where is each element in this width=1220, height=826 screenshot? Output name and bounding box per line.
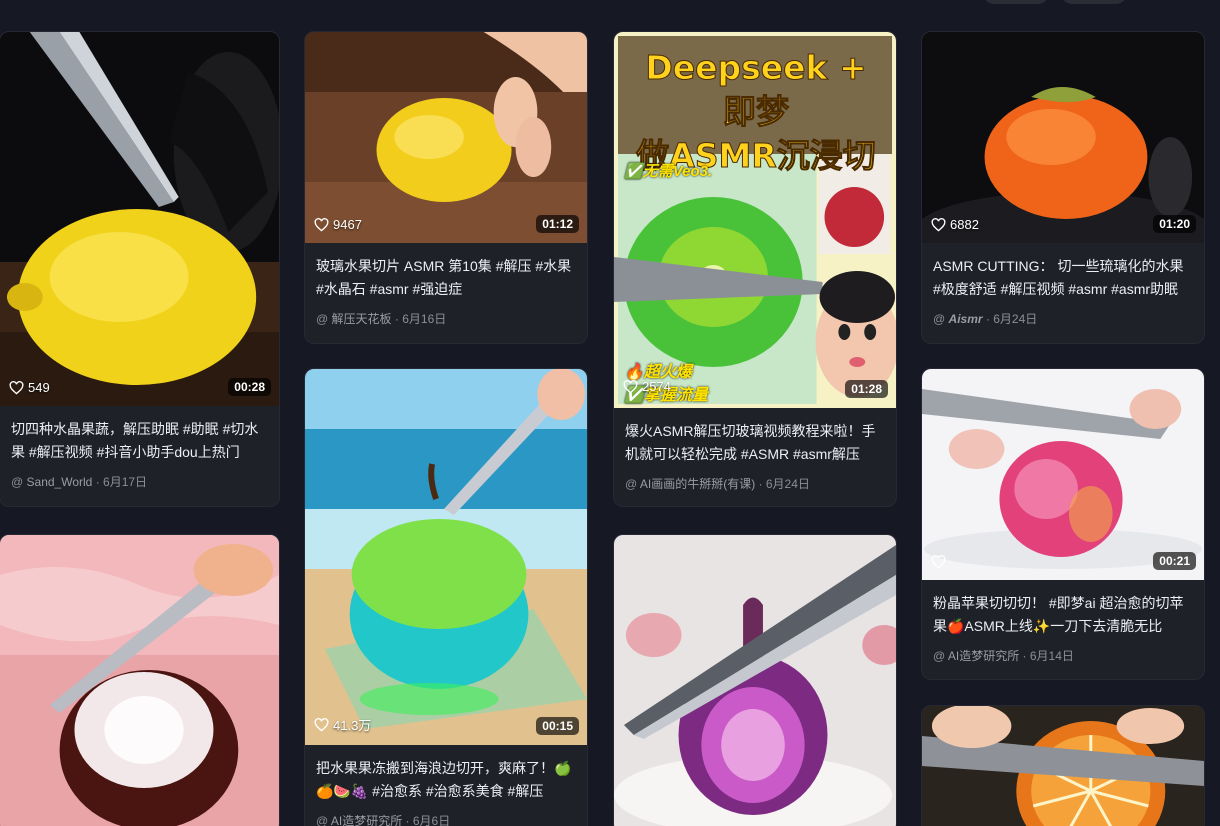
post-date: · 6月6日 bbox=[405, 814, 451, 826]
lemon-cut-image bbox=[0, 32, 279, 406]
video-title[interactable]: ASMR CUTTING： 切一些琉璃化的水果 #极度舒适 #解压视频 #asm… bbox=[933, 255, 1192, 301]
video-meta: @ Aismr · 6月24日 bbox=[933, 312, 1038, 326]
video-meta: @ AI画画的牛掰掰(有课) · 6月24日 bbox=[625, 477, 810, 491]
filter-pill[interactable] bbox=[983, 0, 1049, 4]
video-thumbnail[interactable]: Deepseek + 即梦 做ASMR沉浸切 ✅无需Veo3. 🔥超火爆 ✅掌握… bbox=[614, 32, 896, 408]
video-thumbnail[interactable] bbox=[0, 535, 279, 826]
heart-icon bbox=[931, 217, 946, 232]
like-count: 2574 bbox=[623, 379, 671, 394]
video-card[interactable]: 9467 01:12 玻璃水果切片 ASMR 第10集 #解压 #水果 #水晶石… bbox=[304, 31, 588, 344]
video-thumbnail[interactable]: 9467 01:12 bbox=[305, 32, 587, 243]
like-count-text: 9467 bbox=[333, 217, 362, 232]
video-meta: @ AI造梦研究所 · 6月6日 bbox=[316, 814, 451, 826]
author-name[interactable]: AI造梦研究所 bbox=[948, 649, 1019, 663]
video-card[interactable]: 6882 01:20 ASMR CUTTING： 切一些琉璃化的水果 #极度舒适… bbox=[921, 31, 1205, 344]
video-title[interactable]: 粉晶苹果切切切！ #即梦ai 超治愈的切苹果🍎ASMR上线✨一刀下去清脆无比 bbox=[933, 592, 1192, 638]
heart-icon bbox=[314, 717, 329, 732]
like-count bbox=[931, 555, 950, 569]
poster-tag-1: ✅无需Veo3. bbox=[624, 163, 713, 180]
author-name[interactable]: Sand_World bbox=[27, 475, 93, 489]
duration-badge: 01:20 bbox=[1153, 215, 1196, 233]
heart-icon bbox=[931, 555, 946, 569]
video-meta: @ 解压天花板 · 6月16日 bbox=[316, 312, 447, 326]
video-title[interactable]: 玻璃水果切片 ASMR 第10集 #解压 #水果 #水晶石 #asmr #强迫症 bbox=[316, 255, 575, 301]
video-meta: @ AI造梦研究所 · 6月14日 bbox=[933, 649, 1074, 663]
like-count-text: 41.3万 bbox=[333, 718, 372, 733]
video-card[interactable] bbox=[0, 534, 280, 826]
mangosteen-cut-image bbox=[0, 535, 279, 826]
video-thumbnail[interactable]: 549 00:28 bbox=[0, 32, 279, 406]
fig-cut-image bbox=[614, 535, 896, 826]
poster-headline: Deepseek + 即梦 做ASMR沉浸切 bbox=[636, 48, 877, 176]
video-title[interactable]: 爆火ASMR解压切玻璃视频教程来啦！手机就可以轻松完成 #ASMR #asmr解… bbox=[625, 420, 884, 466]
green-apple-image bbox=[305, 369, 587, 745]
orange-slice-image bbox=[922, 706, 1204, 826]
post-date: · 6月16日 bbox=[394, 312, 447, 326]
author-name[interactable]: 解压天花板 bbox=[332, 312, 392, 326]
duration-badge: 00:28 bbox=[228, 378, 271, 396]
heart-icon bbox=[623, 379, 638, 394]
like-count-text: 6882 bbox=[950, 217, 979, 232]
video-title[interactable]: 切四种水晶果蔬，解压助眠 #助眠 #切水果 #解压视频 #抖音小助手dou上热门 bbox=[11, 418, 267, 464]
duration-badge: 01:28 bbox=[845, 380, 888, 398]
video-card[interactable] bbox=[613, 534, 897, 826]
video-thumbnail[interactable] bbox=[922, 706, 1204, 826]
like-count-text: 549 bbox=[28, 380, 50, 395]
duration-badge: 01:12 bbox=[536, 215, 579, 233]
video-card[interactable] bbox=[921, 705, 1205, 826]
like-count: 9467 bbox=[314, 217, 362, 232]
like-count: 6882 bbox=[931, 217, 979, 232]
duration-badge: 00:15 bbox=[536, 717, 579, 735]
video-thumbnail[interactable]: 6882 01:20 bbox=[922, 32, 1204, 243]
heart-icon bbox=[9, 380, 24, 395]
heart-icon bbox=[314, 217, 329, 232]
post-date: · 6月24日 bbox=[985, 312, 1038, 326]
like-count: 549 bbox=[9, 380, 50, 395]
filter-pill[interactable] bbox=[1061, 0, 1127, 4]
video-thumbnail[interactable]: 00:21 bbox=[922, 369, 1204, 580]
duration-badge: 00:21 bbox=[1153, 552, 1196, 570]
video-card[interactable]: Deepseek + 即梦 做ASMR沉浸切 ✅无需Veo3. 🔥超火爆 ✅掌握… bbox=[613, 31, 897, 507]
author-name[interactable]: AI画画的牛掰掰(有课) bbox=[640, 477, 755, 491]
post-date: · 6月14日 bbox=[1022, 649, 1074, 663]
author-name[interactable]: Aismr bbox=[949, 312, 983, 326]
like-count-text: 2574 bbox=[642, 379, 671, 394]
video-thumbnail[interactable] bbox=[614, 535, 896, 826]
video-thumbnail[interactable]: 41.3万 00:15 bbox=[305, 369, 587, 745]
video-card[interactable]: 549 00:28 切四种水晶果蔬，解压助眠 #助眠 #切水果 #解压视频 #抖… bbox=[0, 31, 280, 507]
author-name[interactable]: AI造梦研究所 bbox=[331, 814, 402, 826]
like-count: 41.3万 bbox=[314, 715, 371, 734]
lemon-image bbox=[305, 32, 587, 243]
video-card[interactable]: 41.3万 00:15 把水果果冻搬到海浪边切开，爽麻了！🍏🍊🍉🍇 #治愈系 #… bbox=[304, 368, 588, 826]
persimmon-image bbox=[922, 32, 1204, 243]
video-card[interactable]: 00:21 粉晶苹果切切切！ #即梦ai 超治愈的切苹果🍎ASMR上线✨一刀下去… bbox=[921, 368, 1205, 680]
video-title[interactable]: 把水果果冻搬到海浪边切开，爽麻了！🍏🍊🍉🍇 #治愈系 #治愈系美食 #解压 bbox=[316, 757, 575, 803]
video-meta: @ Sand_World · 6月17日 bbox=[11, 475, 148, 489]
pink-apple-image bbox=[922, 369, 1204, 580]
post-date: · 6月17日 bbox=[95, 475, 148, 489]
post-date: · 6月24日 bbox=[758, 477, 810, 491]
